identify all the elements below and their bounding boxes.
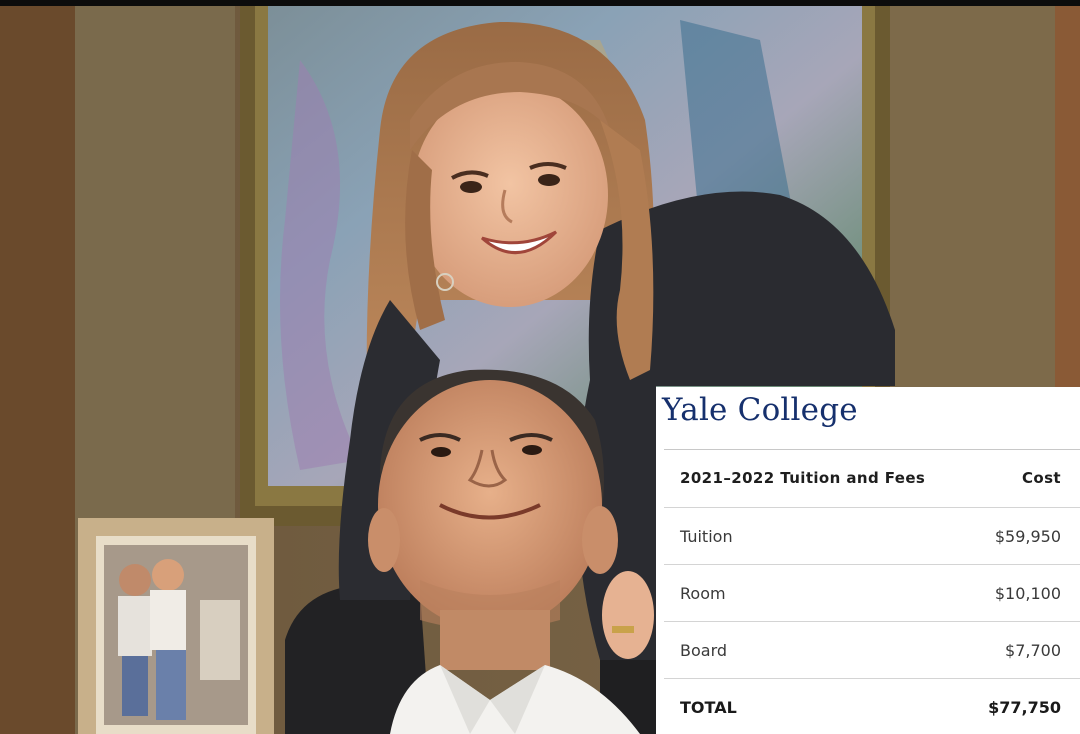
total-label: TOTAL: [680, 698, 737, 717]
row-label: Room: [680, 584, 726, 603]
row-cost: $59,950: [994, 527, 1061, 546]
table-row: Room $10,100: [664, 565, 1080, 622]
total-cost: $77,750: [988, 698, 1061, 717]
total-row: TOTAL $77,750: [664, 679, 1080, 734]
yale-tuition-card: Yale College 2021–2022 Tuition and Fees …: [656, 387, 1080, 734]
table-row: Tuition $59,950: [664, 508, 1080, 565]
row-label: Board: [680, 641, 728, 660]
row-label: Tuition: [680, 527, 733, 546]
table-header-row: 2021–2022 Tuition and Fees Cost: [664, 450, 1080, 507]
row-cost: $10,100: [994, 584, 1061, 603]
table-row: Board $7,700: [664, 622, 1080, 679]
card-title: Yale College: [662, 392, 858, 428]
header-cost: Cost: [1021, 469, 1061, 487]
row-cost: $7,700: [1005, 641, 1061, 660]
header-label: 2021–2022 Tuition and Fees: [680, 469, 926, 487]
